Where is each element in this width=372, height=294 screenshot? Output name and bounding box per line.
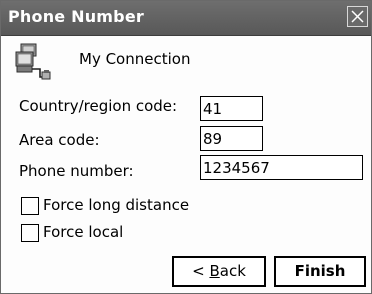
phone-number-dialog: Phone Number My Connection Country/regio… — [0, 0, 372, 294]
area-code-field[interactable] — [200, 126, 263, 151]
force-long-distance-label[interactable]: Force long distance — [43, 196, 189, 214]
back-mnemonic: B — [209, 262, 220, 280]
network-connection-icon — [15, 43, 51, 80]
phone-number-label: Phone number: — [19, 162, 134, 180]
force-long-distance-checkbox[interactable] — [21, 197, 39, 215]
back-label-rest: ack — [219, 262, 246, 280]
area-code-label: Area code: — [19, 131, 100, 149]
country-code-field[interactable] — [200, 96, 263, 121]
force-local-label[interactable]: Force local — [43, 223, 123, 241]
force-local-checkbox[interactable] — [21, 224, 39, 242]
close-icon — [351, 10, 364, 23]
close-button[interactable] — [347, 6, 368, 27]
phone-number-field[interactable] — [200, 155, 363, 180]
connection-name: My Connection — [79, 50, 191, 68]
back-button[interactable]: < Back — [172, 256, 266, 287]
back-prefix: < — [192, 262, 210, 280]
country-code-label: Country/region code: — [19, 97, 178, 115]
title-bar[interactable]: Phone Number — [1, 1, 371, 36]
finish-button[interactable]: Finish — [274, 256, 366, 287]
window-title: Phone Number — [8, 7, 144, 26]
